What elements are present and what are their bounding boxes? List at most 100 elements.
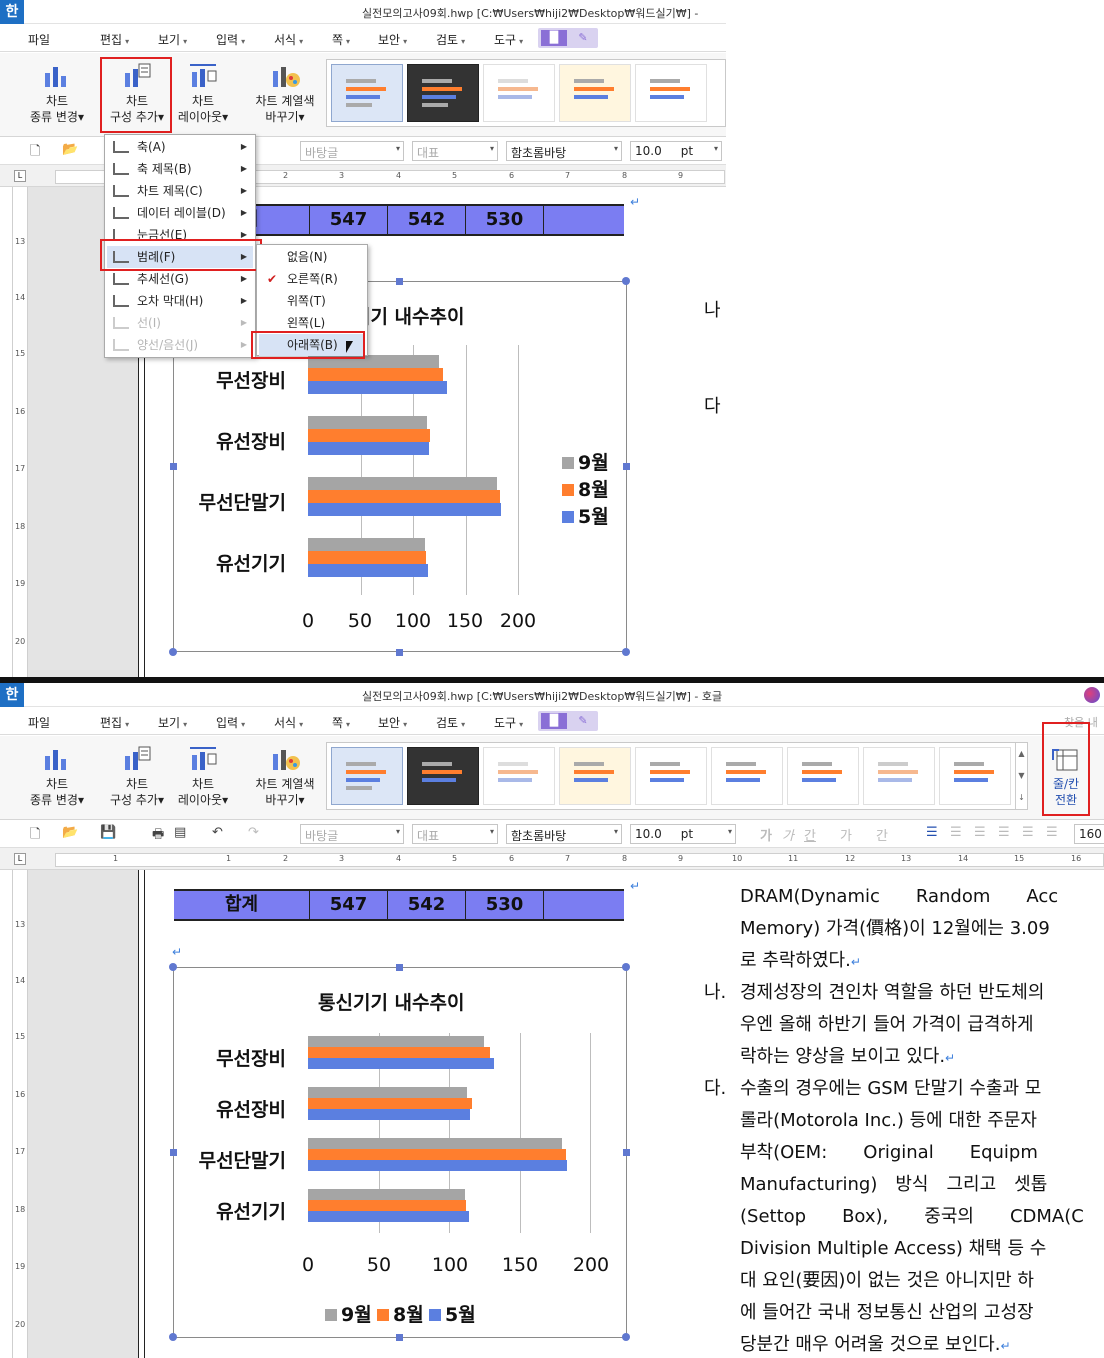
new-doc-icon[interactable]: 🗋 [30,142,40,164]
menu-review[interactable]: 검토 ▾ [436,714,465,731]
font-combo[interactable]: 함초롬바탕 ▾ [506,141,622,161]
bar-5월-유선장비[interactable] [308,1109,470,1120]
legend-top-item[interactable]: 위쪽(T) [259,290,365,312]
doc-line[interactable]: DRAM(Dynamic Random Acc [740,881,1058,913]
chart-format-tab-icon[interactable]: ✎ [570,713,596,729]
outline-combo[interactable]: 대표 ▾ [412,824,498,844]
sum-cell[interactable]: 542 [388,891,466,919]
legend-item[interactable]: 5월 [429,1300,476,1327]
resize-handle[interactable] [396,1334,403,1341]
doc-line[interactable]: Manufacturing) 방식 그리고 셋톱 [740,1169,1047,1201]
save-icon[interactable]: 💾 [100,825,116,840]
doc-line[interactable]: 부착(OEM: Original Equipm [740,1137,1038,1169]
font-size-combo[interactable]: 10.0 pt ▾ [630,141,722,161]
doc-line[interactable]: 대 요인(要因)이 없는 것은 아니지만 하 [740,1265,1034,1297]
resize-handle[interactable] [396,649,403,656]
legend-left-item[interactable]: 왼쪽(L) [259,312,365,334]
zoom-combo[interactable]: 160 [1074,824,1104,844]
menu-page[interactable]: 쪽 ▾ [332,31,350,48]
font-color-icon[interactable]: 간 [876,825,888,844]
align-left-icon[interactable]: ☰ [950,825,962,840]
resize-handle[interactable] [622,1333,630,1341]
doc-line[interactable]: Memory) 가격(價格)이 12월에는 3.09 [740,913,1050,945]
distribute-icon[interactable]: ☰ [1022,825,1034,840]
bar-5월-무선단말기[interactable] [308,1160,567,1171]
menu-item-axis-title[interactable]: 축 제목(B) ▶ [107,158,253,180]
menu-page[interactable]: 쪽 ▾ [332,714,350,731]
print-icon[interactable]: 🖶 [152,825,164,847]
resize-handle[interactable] [622,277,630,285]
align-right-icon[interactable]: ☰ [998,825,1010,840]
doc-line[interactable]: (Settop Box), 중국의 CDMA(C [740,1201,1084,1233]
bar-9월-유선기기[interactable] [308,1189,465,1200]
chart-type-button[interactable]: 차트 종류 변경▾ [24,59,90,131]
chart-style-thumb[interactable] [407,64,479,122]
account-icon[interactable] [1084,687,1100,703]
sum-label-cell[interactable]: 합계 [174,891,310,919]
bar-9월-무선단말기[interactable] [308,1138,562,1149]
legend-item[interactable]: 8월 [377,1300,424,1327]
switch-row-column-button[interactable]: 줄/칸 전환 [1044,742,1088,814]
menu-insert[interactable]: 입력 ▾ [216,31,245,48]
bar-5월-무선장비[interactable] [308,381,447,394]
menu-security[interactable]: 보안 ▾ [378,31,407,48]
open-folder-icon[interactable]: 📂 [62,825,78,840]
resize-handle[interactable] [170,463,177,470]
chart-add-element-button[interactable]: 차트 구성 추가▾ [104,59,170,131]
legend-right-item[interactable]: ✔ 오른쪽(R) [259,268,365,290]
legend-item[interactable]: 8월 [562,475,609,502]
menu-file[interactable]: 파일 [28,714,50,731]
search-box[interactable]: 찾을 내 [1064,714,1098,730]
menu-view[interactable]: 보기 ▾ [158,31,187,48]
doc-line[interactable]: 에 들어간 국내 정보통신 산업의 고성장 [740,1297,1034,1329]
bold-icon[interactable]: 가 [760,825,772,844]
chart-title[interactable]: 통신기기 내수추이 [318,988,464,1015]
plot-area[interactable] [308,1033,591,1233]
doc-line[interactable]: 당분간 매우 어려울 것으로 보인다.↵ [740,1329,1011,1358]
redo-icon[interactable]: ↷ [248,825,259,840]
chart-color-button[interactable]: 차트 계열색 바꾸기▾ [248,742,322,814]
doc-line[interactable]: 롤라(Motorola Inc.) 등에 대한 주문자 [740,1105,1037,1137]
bar-9월-무선장비[interactable] [308,355,439,368]
chart-style-thumb[interactable] [863,747,935,805]
chart-design-tab-icon[interactable]: ▐▌ [541,713,567,729]
menu-item-gridlines[interactable]: 눈금선(E) ▶ [107,224,253,246]
bar-8월-무선단말기[interactable] [308,1149,566,1160]
chart-style-thumb[interactable] [787,747,859,805]
outline-combo[interactable]: 대표 ▾ [412,141,498,161]
bar-5월-유선기기[interactable] [308,564,428,577]
resize-handle[interactable] [623,463,630,470]
menu-item-error-bar[interactable]: 오차 막대(H) ▶ [107,290,253,312]
bar-9월-무선장비[interactable] [308,1036,484,1047]
menu-item-trendline[interactable]: 추세선(G) ▶ [107,268,253,290]
menu-insert[interactable]: 입력 ▾ [216,714,245,731]
new-doc-icon[interactable]: 🗋 [30,825,40,847]
sum-cell[interactable]: 530 [466,206,544,234]
chart-style-thumb[interactable] [939,747,1011,805]
bar-8월-유선기기[interactable] [308,551,426,564]
bar-8월-무선장비[interactable] [308,1047,490,1058]
chart-style-thumb[interactable] [559,747,631,805]
resize-handle[interactable] [622,648,630,656]
chart-style-thumb[interactable] [483,64,555,122]
font-combo[interactable]: 함초롬바탕 ▾ [506,824,622,844]
chart-style-thumb[interactable] [407,747,479,805]
align-center-icon[interactable]: ☰ [974,825,986,840]
style-combo[interactable]: 바탕글 ▾ [300,141,404,161]
sum-cell[interactable]: 542 [388,206,466,234]
doc-line[interactable]: 로 추락하였다.↵ [740,945,861,978]
vertical-ruler[interactable]: 13 14 15 16 17 18 19 20 [12,187,28,677]
bar-9월-무선단말기[interactable] [308,477,497,490]
bar-5월-유선기기[interactable] [308,1211,469,1222]
resize-handle[interactable] [396,278,403,285]
legend-item[interactable]: 9월 [325,1300,372,1327]
sum-cell[interactable]: 547 [310,206,388,234]
open-folder-icon[interactable]: 📂 [62,142,78,157]
chart-design-tab-icon[interactable]: ▐▌ [541,30,567,46]
chart-style-thumb[interactable] [331,64,403,122]
menu-security[interactable]: 보안 ▾ [378,714,407,731]
menu-file[interactable]: 파일 [28,31,50,48]
split-icon[interactable]: ☰ [1046,825,1058,840]
chart-context-tab[interactable]: ▐▌ ✎ [538,28,598,48]
chart-format-tab-icon[interactable]: ✎ [570,30,596,46]
